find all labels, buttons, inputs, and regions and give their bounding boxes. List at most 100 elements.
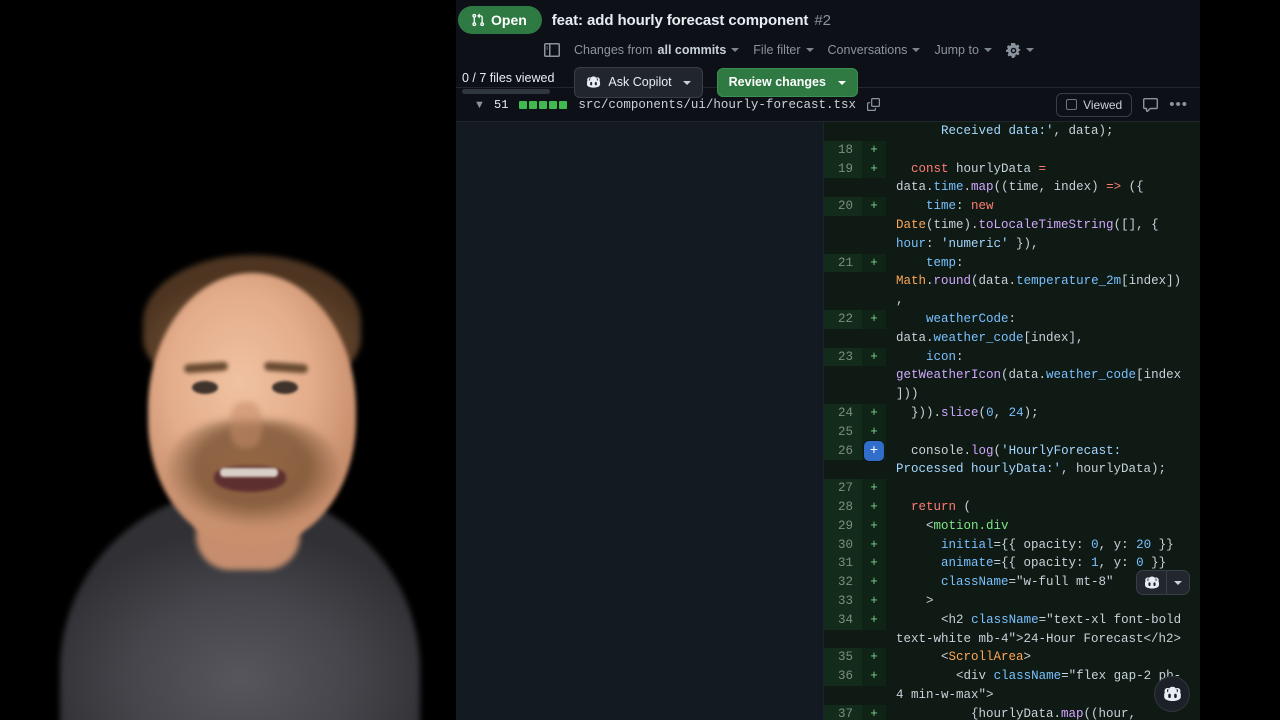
presenter-nose (230, 402, 262, 448)
code-text: weatherCode: data.weather_code[index], (896, 311, 1084, 345)
diff-marker[interactable]: + (862, 704, 886, 720)
diff-line[interactable]: 36 + <div className="flex gap-2 pb-4 min-… (824, 667, 1200, 705)
presenter-eye-left (192, 381, 218, 394)
line-number: 37 (824, 704, 862, 720)
diff-line[interactable]: 18 + (824, 140, 1200, 160)
code-text: {hourlyData.map((hour, (896, 706, 1137, 720)
comment-icon[interactable] (1143, 97, 1159, 112)
diff-marker[interactable]: + (862, 197, 886, 216)
diff-marker[interactable]: + (862, 667, 886, 686)
diff-line[interactable]: 23 + icon: getWeatherIcon(data.weather_co… (824, 347, 1200, 404)
diff-line[interactable]: 29 + <motion.div (824, 516, 1200, 536)
chevron-down-icon (983, 48, 992, 52)
diff-line[interactable]: 25 + (824, 422, 1200, 442)
jump-to-label: Jump to (934, 43, 979, 57)
file-filter-label: File filter (753, 43, 801, 57)
diff-marker[interactable]: + (862, 535, 886, 555)
diff-marker[interactable]: + (862, 610, 886, 630)
diff-marker[interactable]: + (862, 479, 886, 498)
pr-actions-row: 0 / 7 files viewed Ask Copilot Review ch… (456, 67, 1200, 98)
diffstat-blocks (519, 100, 568, 109)
code-text: <ScrollArea> (896, 650, 1032, 665)
diff-line[interactable]: 35 + <ScrollArea> (824, 648, 1200, 668)
pr-state-badge: Open (458, 6, 542, 34)
diff-line[interactable]: 19 + const hourlyData = data.time.map((ti… (824, 159, 1200, 198)
diff-line[interactable]: 37 + {hourlyData.map((hour, (824, 704, 1200, 720)
code-text: icon: getWeatherIcon(data.weather_code[i… (896, 349, 1182, 402)
diff-marker[interactable]: + (862, 573, 886, 592)
pr-title-row: Open feat: add hourly forecast component… (456, 0, 1200, 34)
diffstat-block (559, 100, 568, 109)
copilot-fab-button[interactable] (1154, 676, 1190, 712)
review-changes-button[interactable]: Review changes (716, 68, 858, 97)
sidebar-toggle-icon[interactable] (544, 42, 560, 58)
pr-header: Open feat: add hourly forecast component… (456, 0, 1200, 98)
code-text: temp: Math.round(data.temperature_2m[ind… (896, 255, 1182, 308)
line-number: 31 (824, 554, 862, 574)
presenter-eye-right (272, 381, 298, 394)
add-comment-button[interactable]: + (864, 440, 884, 461)
code-text: <div className="flex gap-2 pb-4 min-w-ma… (896, 669, 1182, 702)
code-text: const hourlyData = data.time.map((time, … (896, 161, 1144, 195)
diff-line[interactable]: 28 + return ( (824, 497, 1200, 517)
chevron-down-icon (1025, 48, 1034, 52)
file-filter-dropdown[interactable]: File filter (753, 43, 814, 57)
diff-marker[interactable]: + (862, 347, 886, 367)
code-text: time: new Date(time).toLocaleTimeString(… (896, 199, 1167, 251)
diff-line[interactable]: 34 + <h2 className="text-xl font-bold tex… (824, 610, 1200, 649)
diff-marker[interactable]: + (862, 497, 886, 517)
chevron-down-icon[interactable] (1166, 571, 1189, 594)
changes-from-dropdown[interactable]: Changes from all commits (574, 43, 740, 57)
diff-line[interactable]: 21 + temp: Math.round(data.temperature_2m… (824, 253, 1200, 310)
code-text: return ( (911, 499, 972, 514)
diff-marker[interactable]: + (862, 159, 886, 179)
presenter-video (0, 100, 456, 720)
diff-marker[interactable]: + (862, 516, 886, 536)
files-viewed-label: 0 / 7 files viewed (462, 71, 555, 85)
diff-marker[interactable]: + (862, 422, 886, 442)
diff-line[interactable]: 22 + weatherCode: data.weather_code[index… (824, 309, 1200, 348)
diff-line[interactable]: 24 + })).slice(0, 24); (824, 403, 1200, 423)
diff-marker[interactable]: + (862, 591, 886, 611)
diff-pane-modified[interactable]: Received data:', data); 18 + 19 + const hou… (824, 122, 1200, 720)
conversations-dropdown[interactable]: Conversations (828, 43, 921, 57)
copy-icon[interactable] (866, 98, 880, 111)
jump-to-dropdown[interactable]: Jump to (934, 43, 992, 57)
code-text: Received data:', data); (941, 124, 1114, 138)
line-number: 32 (824, 573, 862, 592)
diff-settings-dropdown[interactable] (1005, 42, 1034, 58)
diff-line[interactable]: 20 + time: new Date(time).toLocaleTimeStr… (824, 197, 1200, 253)
diff-marker[interactable]: + (862, 309, 886, 329)
diff-marker[interactable]: ++ (862, 440, 886, 461)
git-pull-request-icon (471, 13, 485, 27)
diff-line[interactable]: 30 + initial={{ opacity: 0, y: 20 }} (824, 535, 1200, 555)
diff-marker[interactable]: + (862, 253, 886, 273)
diff-line[interactable]: 27 + (824, 479, 1200, 498)
inline-copilot-actions[interactable] (1136, 570, 1190, 595)
pr-state-label: Open (491, 12, 527, 28)
diff-marker[interactable]: + (862, 554, 886, 574)
gear-icon (1005, 42, 1021, 58)
diff-marker[interactable]: + (862, 140, 886, 160)
chevron-down-icon (912, 48, 921, 52)
presenter-teeth (220, 468, 278, 477)
line-number: 27 (824, 479, 862, 498)
ask-copilot-button[interactable]: Ask Copilot (574, 67, 703, 98)
copilot-icon[interactable] (1137, 571, 1166, 594)
webcam-overlay (0, 0, 456, 720)
diff-marker[interactable]: + (862, 403, 886, 423)
chevron-down-icon (805, 48, 814, 52)
files-viewed-bar (462, 89, 550, 94)
file-path[interactable]: src/components/ui/hourly-forecast.tsx (578, 98, 856, 112)
diffstat-block (519, 100, 528, 109)
file-more-options-button[interactable]: ••• (1169, 96, 1188, 113)
line-number: 18 (824, 140, 862, 160)
chevron-down-icon[interactable]: ▼ (474, 99, 486, 111)
chevron-down-icon (682, 80, 691, 85)
diff-line[interactable]: Received data:', data); (824, 122, 1200, 141)
diff-line[interactable]: 26++ console.log('HourlyForecast: Proces… (824, 440, 1200, 480)
files-viewed-progress: 0 / 7 files viewed (462, 71, 554, 94)
diff-marker[interactable]: + (862, 648, 886, 668)
